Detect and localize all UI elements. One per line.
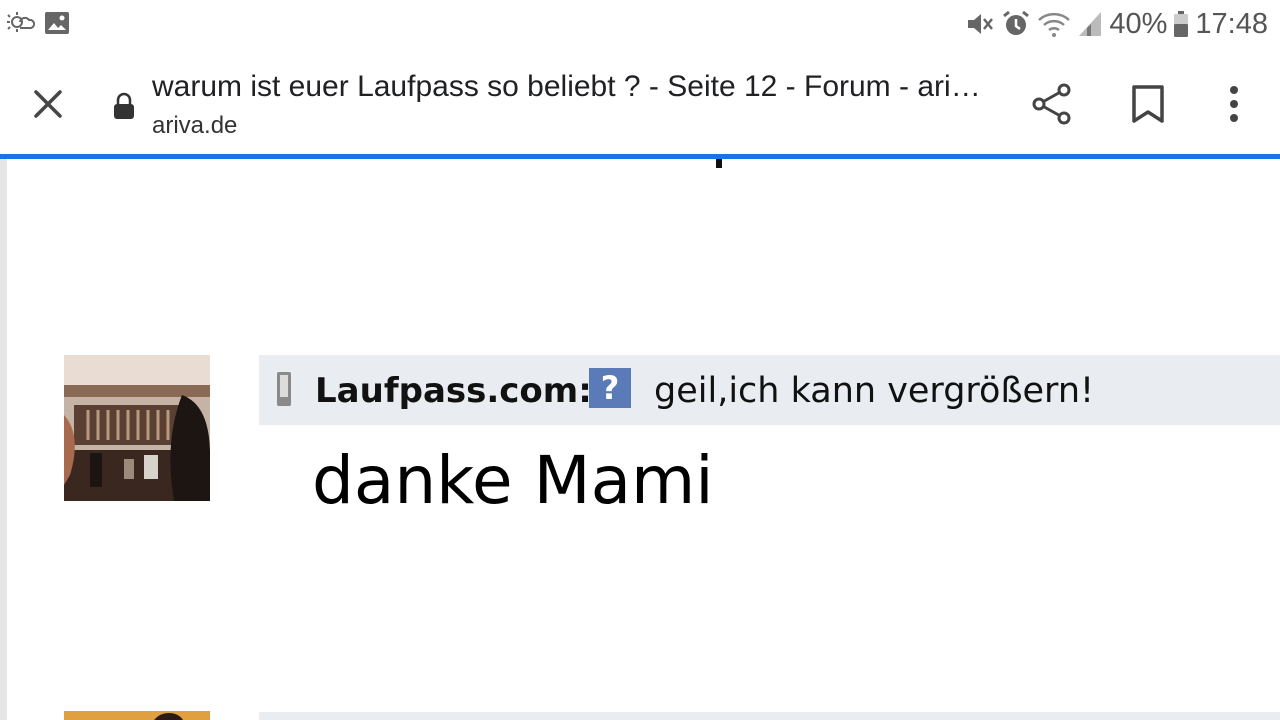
- post-header-next: [259, 712, 1280, 720]
- close-icon[interactable]: [28, 84, 68, 124]
- clock: 17:48: [1195, 7, 1268, 40]
- left-border: [0, 159, 7, 720]
- more-vert-icon[interactable]: [1218, 84, 1250, 124]
- post-subject: geil,ich kann vergrößern!: [654, 371, 1095, 411]
- avatar-next[interactable]: [64, 711, 210, 720]
- lock-icon: [114, 92, 134, 119]
- image-icon: [45, 12, 69, 34]
- post-author[interactable]: Laufpass.com:: [315, 371, 592, 411]
- battery-icon: [1174, 11, 1189, 37]
- help-icon: ?: [589, 368, 631, 408]
- post-header: Laufpass.com: ? geil,ich kann vergrößern…: [259, 355, 1280, 425]
- bookmark-icon[interactable]: [1130, 84, 1166, 124]
- wifi-icon: [1038, 12, 1071, 37]
- svg-text:?: ?: [601, 369, 620, 407]
- partial-text-fragment: [716, 159, 722, 168]
- post-body: danke Mami: [312, 442, 714, 519]
- signal-icon: [1079, 12, 1102, 36]
- weather-icon: [7, 12, 36, 32]
- status-bar: 40% 17:48: [0, 0, 1280, 48]
- status-left: [6, 10, 70, 36]
- alarm-icon: [1003, 10, 1030, 35]
- mobile-device-icon: [277, 372, 291, 406]
- page-title: warum ist euer Laufpass so beliebt ? - S…: [152, 70, 982, 103]
- browser-toolbar: warum ist euer Laufpass so beliebt ? - S…: [0, 48, 1280, 156]
- battery-percent: 40%: [1109, 7, 1168, 40]
- share-icon[interactable]: [1030, 82, 1074, 126]
- status-right: 40% 17:48: [965, 6, 1268, 42]
- web-content[interactable]: Laufpass.com: ? geil,ich kann vergrößern…: [0, 159, 1280, 720]
- avatar[interactable]: [64, 355, 210, 501]
- page-domain: ariva.de: [152, 112, 238, 139]
- mute-icon: [968, 14, 994, 34]
